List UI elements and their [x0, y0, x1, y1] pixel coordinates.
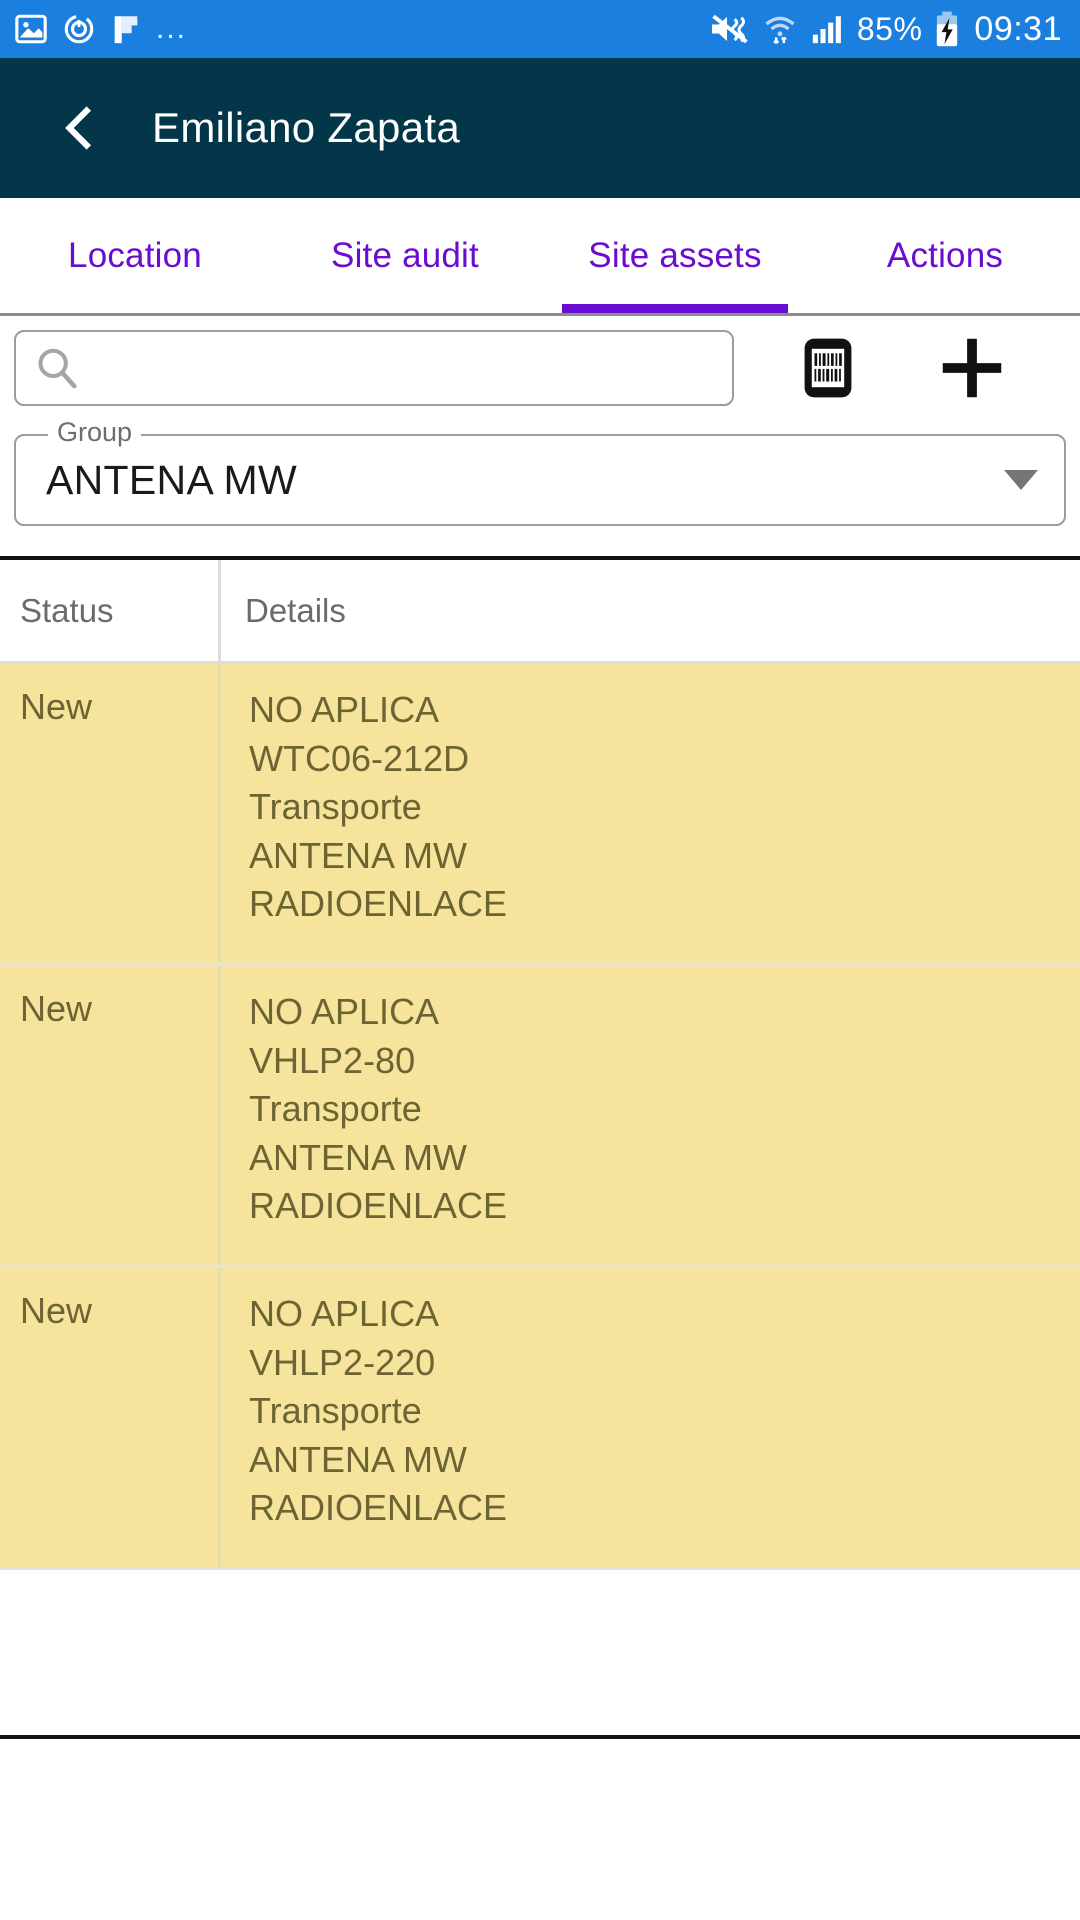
detail-line: ANTENA MW: [249, 1136, 468, 1178]
flag-icon: [114, 16, 138, 44]
add-asset-button[interactable]: [924, 330, 1020, 406]
group-select-value: ANTENA MW: [46, 456, 297, 503]
detail-line: NO APLICA: [249, 990, 440, 1032]
search-field[interactable]: [14, 330, 734, 406]
cell-status: New: [20, 1289, 93, 1331]
detail-line: Transporte: [249, 1390, 422, 1432]
plus-icon: [942, 338, 1002, 398]
group-select-field[interactable]: ANTENA MW: [14, 434, 1066, 526]
detail-line: VHLP2-80: [249, 1039, 416, 1081]
detail-line: NO APLICA: [249, 689, 440, 730]
wifi-icon: [765, 16, 795, 45]
table-header-row: Status Details: [0, 560, 1080, 664]
table-empty-area: [0, 1569, 1080, 1735]
tab-location[interactable]: Location: [0, 198, 270, 313]
search-toolbar: [0, 316, 1080, 412]
tab-label: Location: [68, 235, 202, 275]
detail-line: ANTENA MW: [249, 1438, 468, 1480]
detail-line: NO APLICA: [249, 1292, 440, 1334]
table-row[interactable]: New NO APLICA VHLP2-80 Transporte ANTENA…: [0, 965, 1080, 1268]
detail-line: WTC06-212D: [249, 737, 470, 779]
back-chevron-icon[interactable]: [56, 105, 102, 151]
status-overflow-dots: ...: [156, 12, 188, 45]
tab-actions[interactable]: Actions: [810, 198, 1080, 313]
mute-icon: [711, 14, 748, 44]
tab-label: Site audit: [331, 235, 479, 275]
tab-label: Site assets: [588, 235, 762, 275]
column-header-status: Status: [20, 591, 114, 629]
column-header-details: Details: [218, 560, 1080, 661]
detail-line: RADIOENLACE: [249, 1487, 508, 1529]
app-bar: Emiliano Zapata: [0, 58, 1080, 198]
status-bar-right-icons: 85% 09:31: [709, 10, 1062, 49]
detail-line: Transporte: [249, 1088, 422, 1130]
cell-details: NO APLICA WTC06-212D Transporte ANTENA M…: [218, 664, 1080, 963]
cell-details: NO APLICA VHLP2-220 Transporte ANTENA MW…: [218, 1267, 1080, 1567]
status-bar: ... 85% 09:31: [0, 0, 1080, 58]
group-select[interactable]: ANTENA MW Group: [14, 417, 1066, 526]
tab-site-assets[interactable]: Site assets: [540, 198, 810, 313]
cell-details: NO APLICA VHLP2-80 Transporte ANTENA MW …: [218, 965, 1080, 1265]
chevron-down-icon[interactable]: [1004, 470, 1038, 490]
signal-icon: [812, 16, 841, 44]
barcode-scan-button[interactable]: [782, 330, 874, 406]
battery-charging-icon: [937, 11, 958, 47]
assets-table: Status Details New NO APLICA WTC06-212D …: [0, 556, 1080, 1739]
battery-percent-label: 85%: [856, 10, 923, 47]
barcode-scanner-icon: [804, 338, 852, 398]
tab-label: Actions: [886, 235, 1004, 275]
status-bar-left-icons: ...: [14, 12, 187, 46]
group-select-label: Group: [48, 417, 142, 448]
clock-label: 09:31: [974, 9, 1062, 48]
tab-bar: Location Site audit Site assets Actions: [0, 198, 1080, 316]
detail-line: VHLP2-220: [249, 1341, 436, 1383]
detail-line: ANTENA MW: [249, 834, 468, 876]
detail-line: Transporte: [249, 786, 422, 828]
search-icon: [38, 348, 77, 389]
table-row[interactable]: New NO APLICA VHLP2-220 Transporte ANTEN…: [0, 1267, 1080, 1570]
tab-site-audit[interactable]: Site audit: [270, 198, 540, 313]
detail-line: RADIOENLACE: [249, 1185, 508, 1227]
search-input[interactable]: [80, 332, 714, 404]
timer-icon: [64, 14, 94, 44]
image-icon: [15, 14, 47, 44]
table-row[interactable]: New NO APLICA WTC06-212D Transporte ANTE…: [0, 664, 1080, 966]
cell-status: New: [20, 987, 93, 1029]
cell-status: New: [20, 686, 93, 727]
page-title: Emiliano Zapata: [152, 104, 460, 151]
detail-line: RADIOENLACE: [249, 883, 508, 925]
